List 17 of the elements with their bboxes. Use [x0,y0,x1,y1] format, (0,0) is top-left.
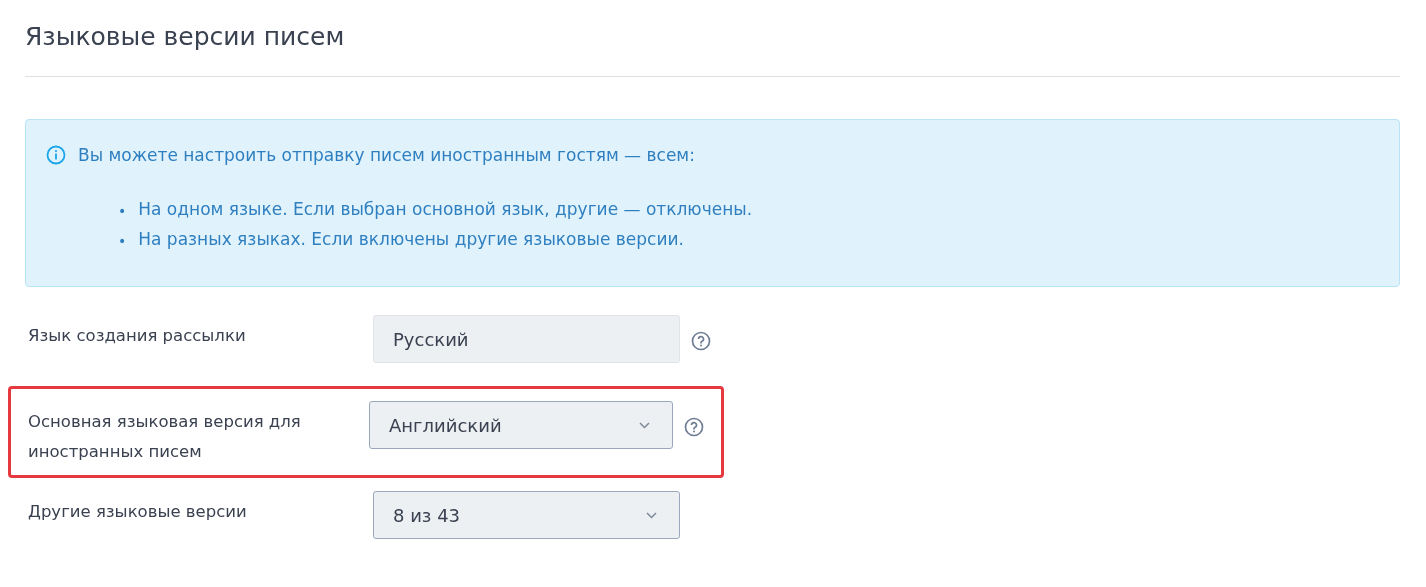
readonly-field: Русский [373,315,680,363]
info-icon [46,145,66,165]
page-title: Языковые версии писем [25,21,346,53]
field-label: Основная языковая версия для иностранных писем [28,411,302,463]
info-bullet: На одном языке. Если выбран основной язык, другие — отключены. [138,198,753,221]
field-label: Язык создания рассылки [28,325,247,347]
bullet-marker: • [118,202,127,221]
help-icon[interactable] [684,417,704,437]
help-icon[interactable] [691,331,711,351]
language-dropdown[interactable]: 8 из 43 [373,491,680,539]
chevron-icon [646,511,657,519]
chevron-icon [639,421,650,429]
language-dropdown[interactable]: Английский [369,401,673,449]
bullet-marker: • [118,232,127,251]
field-label: Другие языковые версии [28,501,248,523]
info-bullet: На разных языках. Если включены другие языковые версии. [138,228,684,251]
info-text: Вы можете настроить отправку писем иностранным гостям — всем: [78,144,695,167]
